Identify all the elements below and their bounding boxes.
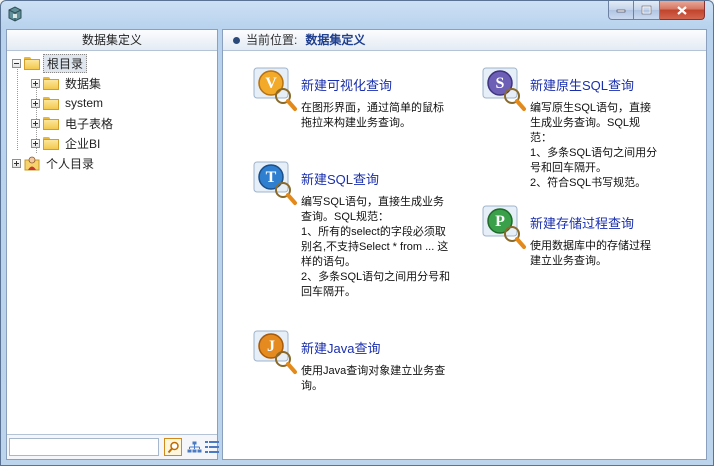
folder-icon (43, 116, 59, 130)
stored-procedure-query-icon: P (482, 205, 526, 249)
expand-icon[interactable] (31, 78, 40, 88)
card-description: 在图形界面，通过简单的鼠标拖拉来构建业务查询。 (301, 102, 444, 129)
hierarchy-icon (187, 441, 201, 452)
card-description: 编写原生SQL语句，直接生成业务查询。SQL规范： 1、多条SQL语句之间用分号… (530, 102, 658, 189)
dataset-tree: 根目录 数据集 system 电子表格 企业BI 个人目录 (7, 51, 217, 173)
svg-text:J: J (267, 338, 275, 355)
tree-node-label: 数据集 (65, 76, 102, 91)
svg-text:T: T (266, 169, 277, 186)
new-sql-query-card[interactable]: T 新建SQL查询 编写SQL语句，直接生成业务查询。SQL规范： 1、所有的s… (251, 161, 451, 311)
expand-icon[interactable] (31, 138, 40, 148)
minimize-button[interactable] (608, 1, 634, 20)
user-folder-icon (24, 156, 40, 171)
tree-node-root[interactable]: 根目录 (7, 53, 217, 73)
folder-icon (24, 56, 40, 70)
dataset-actions-panel: 当前位置: 数据集定义 V 新建可视化查询 在图形界面，通过简单的鼠标拖拉来构建… (222, 29, 707, 460)
svg-text:P: P (495, 213, 505, 230)
minimize-icon (616, 9, 626, 13)
java-query-icon: J (253, 330, 297, 374)
list-view-button[interactable] (203, 438, 221, 456)
tree-toolbar (7, 434, 219, 459)
card-title[interactable]: 新建存储过程查询 (530, 213, 634, 232)
folder-icon (43, 76, 59, 90)
tree-node-enterprise-bi[interactable]: 企业BI (7, 133, 217, 153)
bullet-icon (233, 36, 240, 44)
sql-query-icon: T (253, 161, 297, 205)
svg-text:V: V (265, 75, 277, 92)
maximize-button[interactable] (634, 1, 660, 20)
card-title[interactable]: 新建SQL查询 (301, 169, 379, 188)
tree-node-label: 根目录 (43, 53, 88, 73)
expand-icon[interactable] (31, 118, 40, 128)
expand-icon[interactable] (31, 98, 40, 108)
breadcrumb-prefix: 当前位置: (246, 33, 298, 47)
search-button[interactable] (164, 438, 182, 456)
folder-icon (43, 136, 59, 150)
new-java-query-card[interactable]: J 新建Java查询 使用Java查询对象建立业务查询。 (251, 330, 451, 410)
folder-icon (43, 96, 59, 110)
tree-node-personal[interactable]: 个人目录 (7, 153, 217, 173)
collapse-icon[interactable] (12, 58, 21, 68)
search-icon (167, 441, 179, 453)
app-icon (8, 6, 22, 22)
visual-query-icon: V (253, 67, 297, 111)
title-bar[interactable] (1, 1, 713, 29)
new-native-sql-query-card[interactable]: S 新建原生SQL查询 编写原生SQL语句，直接生成业务查询。SQL规范： 1、… (480, 67, 690, 197)
list-icon (205, 441, 219, 453)
card-description: 使用Java查询对象建立业务查询。 (301, 365, 446, 392)
card-title[interactable]: 新建Java查询 (301, 338, 380, 357)
tree-node-system[interactable]: system (7, 93, 217, 113)
tree-node-label: 企业BI (65, 136, 101, 151)
card-title[interactable]: 新建可视化查询 (301, 75, 392, 94)
breadcrumb: 当前位置: 数据集定义 (223, 30, 706, 51)
close-icon (677, 5, 687, 15)
tree-node-label: system (65, 96, 104, 110)
tree-view-button[interactable] (185, 438, 203, 456)
expand-icon[interactable] (12, 158, 21, 168)
close-button[interactable] (660, 1, 705, 20)
maximize-icon (641, 5, 652, 15)
panel-title: 数据集定义 (7, 30, 217, 51)
native-sql-query-icon: S (482, 67, 526, 111)
svg-text:S: S (496, 75, 505, 92)
dataset-tree-panel: 数据集定义 根目录 数据集 system 电子表格 企业BI 个人目录 (6, 29, 219, 460)
tree-node-spreadsheet[interactable]: 电子表格 (7, 113, 217, 133)
new-stored-procedure-query-card[interactable]: P 新建存储过程查询 使用数据库中的存储过程建立业务查询。 (480, 205, 690, 285)
card-title[interactable]: 新建原生SQL查询 (530, 75, 634, 94)
breadcrumb-current: 数据集定义 (305, 33, 366, 47)
card-description: 使用数据库中的存储过程建立业务查询。 (530, 240, 651, 267)
tree-filter-input[interactable] (9, 438, 159, 456)
tree-node-label: 个人目录 (46, 156, 95, 171)
tree-node-label: 电子表格 (65, 116, 114, 131)
card-description: 编写SQL语句，直接生成业务查询。SQL规范： 1、所有的select的字段必须… (301, 196, 451, 298)
tree-node-dataset[interactable]: 数据集 (7, 73, 217, 93)
